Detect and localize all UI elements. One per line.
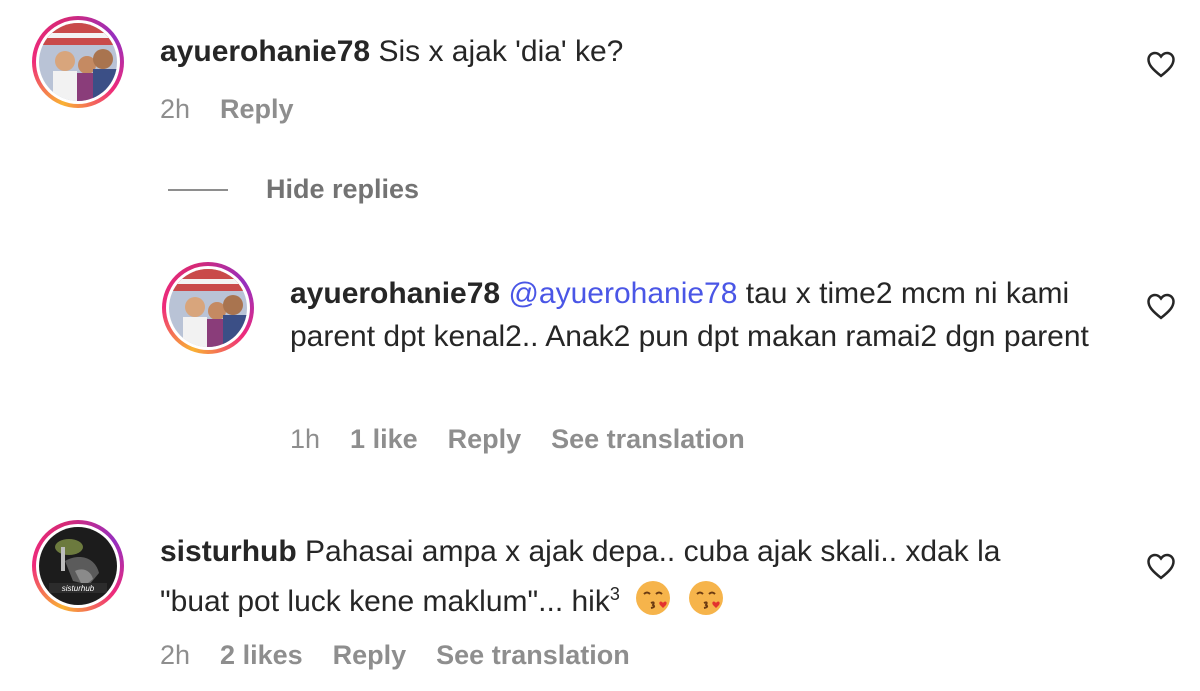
- see-translation-button[interactable]: See translation: [551, 424, 745, 455]
- avatar: sisturhub: [39, 527, 117, 605]
- heart-icon[interactable]: [1146, 292, 1176, 320]
- superscript: 3: [609, 584, 620, 604]
- avatar-ring[interactable]: [162, 262, 254, 354]
- kissing-face-emoji: [688, 581, 723, 615]
- kissing-face-emoji: [636, 581, 671, 615]
- heart-icon[interactable]: [1146, 50, 1176, 78]
- comment-username[interactable]: ayuerohanie78: [290, 277, 500, 310]
- comment-text-line-2: "buat pot luck kene maklum"... hik: [160, 585, 610, 618]
- comment-body: ayuerohanie78 Sis x ajak 'dia' ke?: [160, 30, 1110, 73]
- hide-replies-label[interactable]: Hide replies: [266, 174, 419, 205]
- comment-timestamp: 1h: [290, 424, 321, 454]
- likes-count[interactable]: 2 likes: [220, 640, 303, 671]
- comment-username[interactable]: ayuerohanie78: [160, 35, 370, 68]
- comment-username[interactable]: sisturhub: [160, 535, 297, 568]
- comment-meta: 2h Reply: [160, 94, 324, 125]
- comment-text: Sis x ajak 'dia' ke?: [378, 35, 624, 68]
- avatar: [169, 269, 247, 347]
- divider: [168, 188, 228, 191]
- comment-body: sisturhub Pahasai ampa x ajak depa.. cub…: [160, 530, 1120, 623]
- heart-icon[interactable]: [1146, 552, 1176, 580]
- avatar-ring[interactable]: [32, 16, 124, 108]
- see-translation-button[interactable]: See translation: [436, 640, 630, 671]
- avatar: [39, 23, 117, 101]
- avatar-ring[interactable]: sisturhub: [32, 520, 124, 612]
- reply-button[interactable]: Reply: [333, 640, 407, 671]
- comment-meta: 2h 2 likes Reply See translation: [160, 640, 660, 671]
- reply-body: ayuerohanie78 @ayuerohanie78 tau x time2…: [290, 272, 1120, 358]
- hide-replies-toggle[interactable]: Hide replies: [168, 174, 419, 205]
- reply-button[interactable]: Reply: [448, 424, 522, 455]
- reply-meta: 1h 1 like Reply See translation: [290, 424, 775, 455]
- svg-text:sisturhub: sisturhub: [62, 584, 95, 593]
- mention-link[interactable]: @ayuerohanie78: [508, 277, 737, 310]
- reply-button[interactable]: Reply: [220, 94, 294, 125]
- comment-text-line-1: Pahasai ampa x ajak depa.. cuba ajak ska…: [305, 535, 1001, 568]
- comment-timestamp: 2h: [160, 94, 191, 124]
- likes-count[interactable]: 1 like: [350, 424, 418, 455]
- comment-timestamp: 2h: [160, 640, 191, 670]
